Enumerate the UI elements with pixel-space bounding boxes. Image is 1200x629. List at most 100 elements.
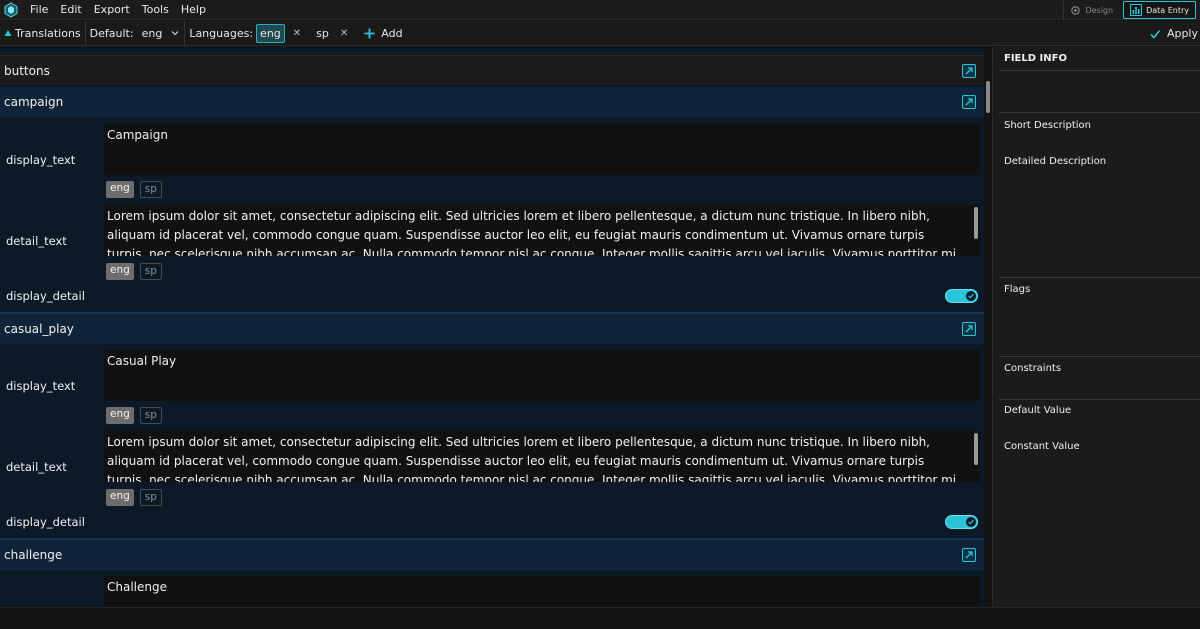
status-bar	[0, 607, 1200, 629]
scrollbar-thumb[interactable]	[986, 81, 990, 113]
field-label-display-detail: display_detail	[6, 515, 85, 529]
toggle-knob	[966, 291, 976, 301]
default-value-label: Default Value	[1004, 405, 1072, 416]
field-info-panel: FIELD INFO Short Description Detailed De…	[992, 47, 1200, 607]
edit-button[interactable]	[962, 95, 976, 109]
external-link-icon	[965, 551, 973, 559]
divider	[999, 70, 1200, 71]
section-title: casual_play	[4, 322, 74, 336]
display-text-input[interactable]: Campaign	[104, 124, 980, 175]
section-title: buttons	[4, 63, 50, 78]
edit-button[interactable]	[962, 548, 976, 562]
tag-eng[interactable]: eng	[106, 489, 134, 506]
field-label-detail-text: detail_text	[6, 234, 67, 248]
textbox-scrollbar[interactable]	[974, 433, 978, 465]
tag-eng[interactable]: eng	[106, 263, 134, 280]
data-entry-panel: buttons campaign display_text Campaign e…	[0, 47, 984, 607]
caret-up-icon	[4, 30, 12, 36]
main-scrollbar[interactable]	[984, 47, 992, 607]
divider	[999, 112, 1200, 113]
design-icon	[1071, 5, 1081, 15]
app-logo-icon	[2, 1, 20, 19]
language-chip-eng[interactable]: eng	[256, 23, 285, 43]
language-tags: eng sp	[106, 407, 162, 424]
detail-text-value: Lorem ipsum dolor sit amet, consectetur …	[107, 209, 957, 256]
textbox-scrollbar[interactable]	[974, 207, 978, 239]
section-title: challenge	[4, 548, 63, 562]
tag-eng[interactable]: eng	[106, 181, 134, 198]
design-mode-label: Design	[1085, 5, 1114, 15]
check-icon	[968, 519, 974, 525]
field-label-detail-text: detail_text	[6, 460, 67, 474]
tag-sp[interactable]: sp	[139, 407, 162, 424]
translations-toggle[interactable]: Translations	[0, 20, 86, 46]
external-link-icon	[965, 325, 973, 333]
tag-sp[interactable]: sp	[139, 181, 162, 198]
display-text-input[interactable]: Challenge	[104, 576, 980, 607]
constant-value-label: Constant Value	[1004, 441, 1080, 452]
add-icon	[364, 27, 375, 39]
menu-tools[interactable]: Tools	[136, 0, 175, 20]
divider	[999, 277, 1200, 278]
toggle-knob	[966, 517, 976, 527]
field-label-display-text: display_text	[6, 379, 76, 393]
add-label: Add	[381, 26, 403, 40]
data-entry-mode-button[interactable]: Data Entry	[1123, 1, 1196, 19]
language-tags: eng sp	[106, 263, 162, 280]
language-chip-sp[interactable]: sp	[313, 25, 332, 42]
tag-eng[interactable]: eng	[106, 407, 134, 424]
languages-group: Languages: eng ✕ sp ✕ Add	[185, 21, 406, 46]
external-link-icon	[965, 67, 973, 75]
default-label: Default:	[89, 26, 134, 40]
design-mode-button[interactable]: Design	[1063, 1, 1119, 19]
languages-label: Languages:	[189, 26, 254, 40]
chevron-down-icon	[171, 31, 179, 36]
remove-sp-icon[interactable]: ✕	[340, 28, 348, 39]
menu-edit[interactable]: Edit	[54, 0, 87, 20]
menu-file[interactable]: File	[24, 0, 54, 20]
checkmark-icon	[1150, 29, 1161, 39]
language-tags: eng sp	[106, 489, 162, 506]
display-detail-toggle[interactable]	[945, 289, 978, 303]
short-description-label: Short Description	[1004, 120, 1091, 131]
apply-button[interactable]: Apply	[1149, 21, 1198, 46]
edit-button[interactable]	[962, 64, 976, 78]
remove-eng-icon[interactable]: ✕	[293, 28, 301, 39]
menu-help[interactable]: Help	[175, 0, 212, 20]
mode-switch: Design Data Entry	[1063, 0, 1196, 20]
detail-text-input[interactable]: Lorem ipsum dolor sit amet, consectetur …	[104, 205, 980, 256]
section-header-campaign[interactable]: campaign	[0, 87, 984, 117]
detail-text-value: Lorem ipsum dolor sit amet, consectetur …	[107, 435, 957, 482]
section-title: campaign	[4, 95, 64, 109]
language-tags: eng sp	[106, 181, 162, 198]
menu-bar: File Edit Export Tools Help Design Data …	[0, 0, 1200, 20]
display-detail-toggle[interactable]	[945, 515, 978, 529]
check-icon	[968, 293, 974, 299]
toolbar: Translations Default: eng Languages: eng…	[0, 20, 1200, 46]
tag-sp[interactable]: sp	[139, 489, 162, 506]
add-language-button[interactable]: Add	[364, 26, 403, 40]
display-text-input[interactable]: Casual Play	[104, 350, 980, 401]
flags-label: Flags	[1004, 284, 1031, 295]
default-language-select[interactable]: Default: eng	[86, 20, 186, 46]
external-link-icon	[965, 98, 973, 106]
section-header-challenge[interactable]: challenge	[0, 540, 984, 570]
edit-button[interactable]	[962, 322, 976, 336]
translations-label: Translations	[15, 26, 81, 40]
divider	[999, 399, 1200, 400]
field-info-title: FIELD INFO	[1004, 53, 1067, 64]
section-header-casual-play[interactable]: casual_play	[0, 314, 984, 344]
constraints-label: Constraints	[1004, 363, 1062, 374]
detail-text-input[interactable]: Lorem ipsum dolor sit amet, consectetur …	[104, 431, 980, 482]
data-entry-mode-label: Data Entry	[1146, 5, 1189, 15]
field-label-display-text: display_text	[6, 153, 76, 167]
divider	[999, 356, 1200, 357]
tag-sp[interactable]: sp	[139, 263, 162, 280]
default-value: eng	[141, 26, 163, 40]
menu-export[interactable]: Export	[88, 0, 136, 20]
apply-label: Apply	[1166, 27, 1198, 40]
data-entry-icon	[1130, 4, 1143, 16]
detailed-description-label: Detailed Description	[1004, 156, 1107, 167]
section-header-buttons[interactable]: buttons	[0, 55, 984, 85]
field-label-display-detail: display_detail	[6, 289, 85, 303]
